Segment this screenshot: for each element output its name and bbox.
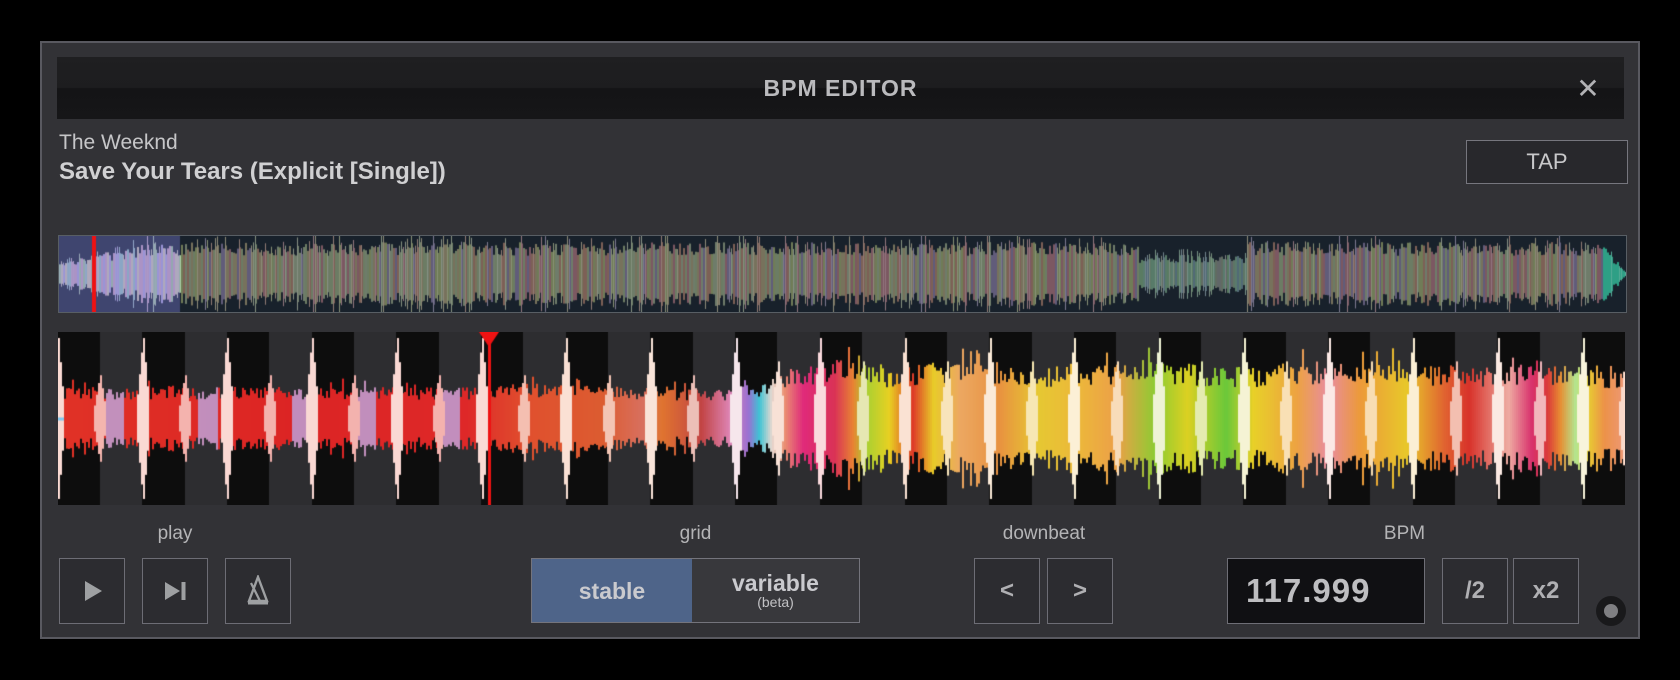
play-icon [79,578,105,604]
chevron-right-icon: > [1073,577,1087,605]
bpm-double-button[interactable]: x2 [1513,558,1579,624]
grid-option-stable-label: stable [579,579,645,603]
track-artist: The Weeknd [59,131,178,155]
chevron-left-icon: < [1000,577,1014,605]
dialog-titlebar: BPM EDITOR ✕ [57,57,1624,119]
play-button[interactable] [59,558,125,624]
play-label: play [59,521,291,546]
screen-background: BPM EDITOR ✕ The Weeknd Save Your Tears … [0,0,1680,680]
tap-button[interactable]: TAP [1466,140,1628,184]
bpm-button-row: 117.999 /2 x2 [1227,558,1582,624]
bpm-value: 117.999 [1228,572,1370,610]
grid-mode-toggle: stable variable (beta) [531,558,860,623]
bpm-editor-dialog: BPM EDITOR ✕ The Weeknd Save Your Tears … [40,41,1640,639]
bpm-half-button[interactable]: /2 [1442,558,1508,624]
dialog-title: BPM EDITOR [764,75,918,102]
overview-waveform[interactable] [59,236,1626,312]
downbeat-next-button[interactable]: > [1047,558,1113,624]
close-button[interactable]: ✕ [1562,57,1614,119]
status-indicator [1596,596,1626,626]
metronome-button[interactable] [225,558,291,624]
bpm-section: BPM 117.999 /2 x2 [1227,521,1582,624]
downbeat-section: downbeat < > [974,521,1114,624]
downbeat-button-row: < > [974,558,1114,624]
play-button-row [59,558,291,624]
bpm-value-field[interactable]: 117.999 [1227,558,1425,624]
beatgrid-waveform[interactable] [58,332,1625,505]
overview-waveform-container [58,235,1627,313]
grid-option-stable[interactable]: stable [532,559,692,622]
track-title: Save Your Tears (Explicit [Single]) [59,158,446,186]
skip-forward-icon [161,578,189,604]
metronome-icon [243,575,273,607]
status-indicator-dot [1604,604,1618,618]
bpm-label: BPM [1227,521,1582,546]
skip-forward-button[interactable] [142,558,208,624]
downbeat-previous-button[interactable]: < [974,558,1040,624]
grid-label: grid [531,521,860,546]
close-icon: ✕ [1576,73,1599,104]
downbeat-label: downbeat [974,521,1114,546]
grid-option-variable[interactable]: variable (beta) [692,559,859,622]
grid-option-variable-label: variable [732,571,819,595]
grid-section: grid stable variable (beta) [531,521,860,623]
play-section: play [59,521,291,624]
grid-option-variable-sublabel: (beta) [757,595,794,610]
